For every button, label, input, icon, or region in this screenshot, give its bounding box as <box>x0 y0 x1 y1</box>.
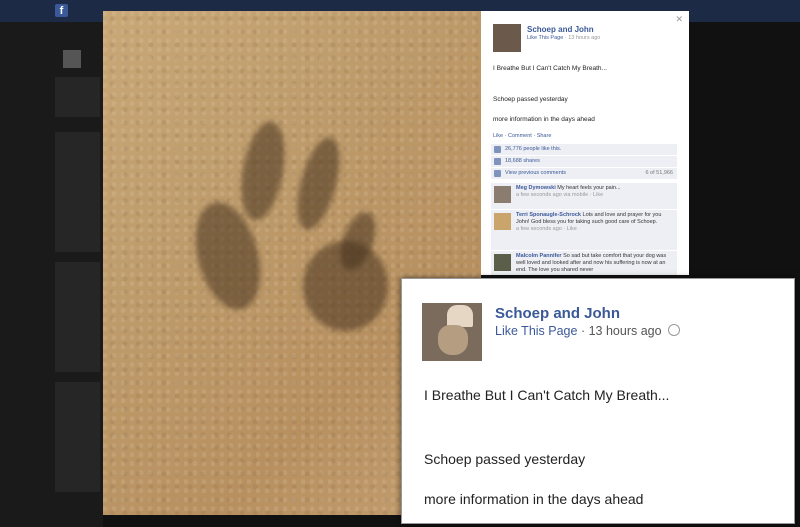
like-thumb-icon <box>494 146 501 153</box>
post-side-panel: ✕ Schoep and John Like This Page · 13 ho… <box>481 11 689 275</box>
comment-author[interactable]: Terri Sponaugle-Schrock <box>516 212 581 218</box>
background-page <box>0 22 103 527</box>
post-stats: 26,776 people like this. 18,688 shares V… <box>491 144 677 180</box>
page-avatar-large[interactable] <box>422 303 482 361</box>
post-text-line2: Schoep passed yesterday <box>493 96 568 103</box>
background-block <box>55 77 100 117</box>
paw-toe <box>289 133 348 234</box>
post-text-line3-large: more information in the days ahead <box>424 491 644 507</box>
comment-meta: a few seconds ago · Like <box>516 226 577 232</box>
page-meta: Like This Page · 13 hours ago <box>527 35 601 41</box>
comment-item: Meg Dymowski My heart feels your pain...… <box>491 183 677 210</box>
comment-item: Terri Sponaugle-Schrock Lots and love an… <box>491 210 677 251</box>
zoomed-post-callout: Schoep and John Like This Page · 13 hour… <box>401 278 795 524</box>
post-text-line1: I Breathe But I Can't Catch My Breath... <box>493 65 607 72</box>
view-previous-comments-link[interactable]: View previous comments <box>505 170 566 176</box>
commenter-avatar[interactable] <box>494 213 511 230</box>
globe-icon <box>668 324 681 336</box>
background-block <box>55 382 100 492</box>
background-block <box>55 262 100 372</box>
dog-figure <box>438 325 468 355</box>
post-actions[interactable]: Like · Comment · Share <box>493 133 551 139</box>
commenter-avatar[interactable] <box>494 186 511 203</box>
comment-text: My heart feels your pain... <box>557 185 621 191</box>
person-figure <box>447 305 473 327</box>
post-time-large[interactable]: 13 hours ago <box>589 324 662 338</box>
share-icon <box>494 158 501 165</box>
post-text-line3: more information in the days ahead <box>493 116 595 123</box>
page-name-large[interactable]: Schoep and John <box>495 305 620 322</box>
shares-row[interactable]: 18,688 shares <box>491 156 677 168</box>
post-text-line1-large: I Breathe But I Can't Catch My Breath... <box>424 387 670 403</box>
comment-item: Malcolm Pannifer So sad but take comfort… <box>491 251 677 275</box>
commenter-avatar[interactable] <box>494 254 511 271</box>
paw-pad <box>303 241 388 331</box>
view-previous-row[interactable]: View previous comments 6 of 51,966 <box>491 168 677 180</box>
like-page-link-large[interactable]: Like This Page <box>495 324 577 338</box>
likes-row[interactable]: 26,776 people like this. <box>491 144 677 156</box>
comment-icon <box>494 170 501 177</box>
shares-count[interactable]: 18,688 shares <box>505 158 540 164</box>
page-avatar[interactable] <box>493 24 521 52</box>
paw-toe <box>234 118 292 224</box>
post-text-line2-large: Schoep passed yesterday <box>424 451 586 467</box>
comment-author[interactable]: Malcolm Pannifer <box>516 253 562 259</box>
background-block <box>55 132 100 252</box>
comment-author[interactable]: Meg Dymowski <box>516 185 556 191</box>
background-avatar <box>63 50 81 68</box>
post-time[interactable]: 13 hours ago <box>568 35 600 41</box>
page-meta-large: Like This Page · 13 hours ago <box>495 324 681 338</box>
comment-meta: a few seconds ago via mobile · Like <box>516 192 604 198</box>
like-page-link[interactable]: Like This Page <box>527 35 563 41</box>
page-name-link[interactable]: Schoep and John <box>527 25 594 34</box>
close-icon[interactable]: ✕ <box>675 14 683 25</box>
likes-count[interactable]: 26,776 people like this. <box>505 146 561 152</box>
comment-count: 6 of 51,966 <box>645 170 673 176</box>
facebook-logo-icon[interactable]: f <box>55 4 68 17</box>
